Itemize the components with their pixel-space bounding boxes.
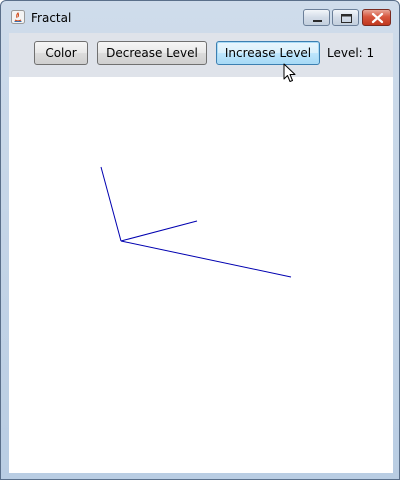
fractal-branch-right <box>120 240 292 278</box>
window-title: Fractal <box>31 11 72 25</box>
fractal-branch-left <box>100 166 122 242</box>
fractal-canvas[interactable] <box>9 77 393 473</box>
title-bar[interactable]: Fractal <box>1 1 399 33</box>
close-icon <box>371 12 384 24</box>
fractal-lines <box>100 166 292 278</box>
fractal-drawing <box>100 166 292 278</box>
app-window: Fractal Color Decrease Level Increase Le… <box>0 0 400 480</box>
toolbar: Color Decrease Level Increase Level Leve… <box>9 33 393 77</box>
java-app-icon <box>11 10 25 24</box>
mouse-cursor-icon <box>283 63 296 82</box>
close-button[interactable] <box>362 9 391 26</box>
decrease-level-button[interactable]: Decrease Level <box>97 41 207 65</box>
fractal-branch-middle <box>120 220 198 242</box>
maximize-button[interactable] <box>332 9 359 26</box>
increase-level-button[interactable]: Increase Level <box>216 41 320 65</box>
color-button[interactable]: Color <box>34 41 88 65</box>
level-label: Level: 1 <box>327 46 375 60</box>
maximize-icon <box>341 14 352 23</box>
minimize-icon <box>313 20 322 22</box>
minimize-button[interactable] <box>303 9 330 26</box>
